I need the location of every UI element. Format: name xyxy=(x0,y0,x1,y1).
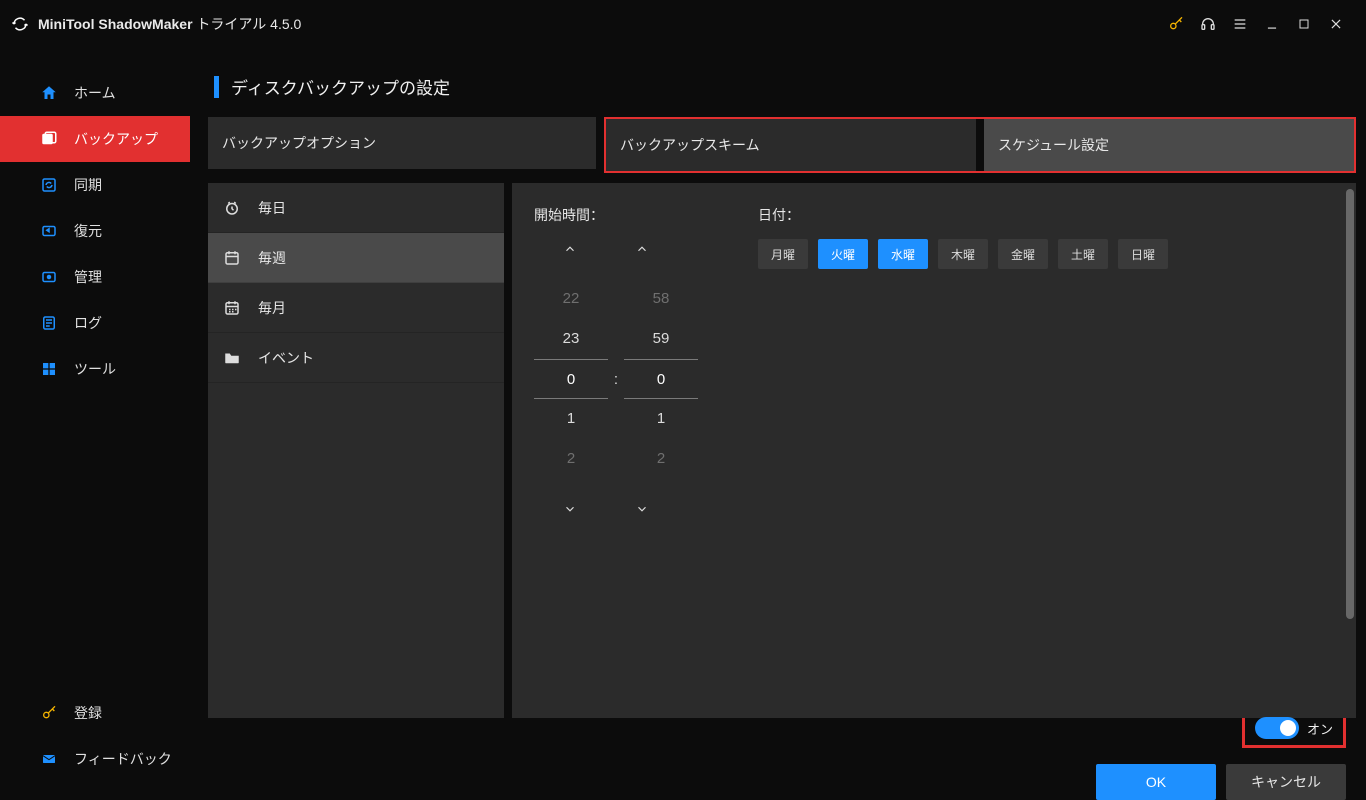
start-time-block: 開始時間： 22 23 0 1 2 xyxy=(534,205,698,539)
scrollbar[interactable] xyxy=(1346,189,1354,619)
mail-icon xyxy=(38,748,60,770)
restore-icon xyxy=(38,220,60,242)
tab-schedule-settings[interactable]: スケジュール設定 xyxy=(984,119,1354,171)
schedule-mode-label: イベント xyxy=(258,348,314,368)
schedule-mode-label: 毎日 xyxy=(258,198,286,218)
menu-icon[interactable] xyxy=(1224,8,1256,40)
footer: オン OK キャンセル xyxy=(208,718,1356,790)
tools-icon xyxy=(38,358,60,380)
time-colon: : xyxy=(608,279,624,479)
tab-backup-scheme[interactable]: バックアップスキーム xyxy=(606,119,976,171)
sidebar-item-feedback[interactable]: フィードバック xyxy=(0,736,190,782)
manage-icon xyxy=(38,266,60,288)
day-chip-tue[interactable]: 火曜 xyxy=(818,239,868,269)
day-chip-mon[interactable]: 月曜 xyxy=(758,239,808,269)
days-block: 日付： 月曜 火曜 水曜 木曜 金曜 土曜 日曜 xyxy=(758,205,1168,539)
sidebar-item-label: ホーム xyxy=(74,83,116,103)
log-icon xyxy=(38,312,60,334)
start-time-label: 開始時間： xyxy=(534,205,698,225)
schedule-toggle-label: オン xyxy=(1307,719,1333,738)
page-title-accent xyxy=(214,76,219,98)
sidebar-item-restore[interactable]: 復元 xyxy=(0,208,190,254)
schedule-detail-panel: 開始時間： 22 23 0 1 2 xyxy=(512,183,1356,718)
sidebar-item-label: 管理 xyxy=(74,267,102,287)
close-icon[interactable] xyxy=(1320,8,1352,40)
sidebar-item-label: フィードバック xyxy=(74,749,172,769)
cancel-button[interactable]: キャンセル xyxy=(1226,764,1346,800)
backup-icon xyxy=(38,128,60,150)
tab-backup-options[interactable]: バックアップオプション xyxy=(208,117,596,169)
days-label: 日付： xyxy=(758,205,1168,225)
sidebar-item-tools[interactable]: ツール xyxy=(0,346,190,392)
tab-label: バックアップオプション xyxy=(222,133,376,153)
day-chip-thu[interactable]: 木曜 xyxy=(938,239,988,269)
day-chip-sat[interactable]: 土曜 xyxy=(1058,239,1108,269)
schedule-mode-label: 毎週 xyxy=(258,248,286,268)
minute-wheel[interactable]: 58 59 0 1 2 xyxy=(624,279,698,479)
page-title: ディスクバックアップの設定 xyxy=(231,74,450,99)
calendar-week-icon xyxy=(222,248,242,268)
titlebar: MiniTool ShadowMaker トライアル 4.5.0 xyxy=(0,0,1366,48)
app-title: MiniTool ShadowMaker トライアル 4.5.0 xyxy=(38,14,301,34)
home-icon xyxy=(38,82,60,104)
sidebar-item-label: 復元 xyxy=(74,221,102,241)
calendar-month-icon xyxy=(222,298,242,318)
ok-button[interactable]: OK xyxy=(1096,764,1216,800)
sidebar-item-sync[interactable]: 同期 xyxy=(0,162,190,208)
sidebar-item-label: ツール xyxy=(74,359,116,379)
schedule-mode-monthly[interactable]: 毎月 xyxy=(208,283,504,333)
hour-down-icon[interactable] xyxy=(560,499,580,519)
day-chip-wed[interactable]: 水曜 xyxy=(878,239,928,269)
schedule-mode-daily[interactable]: 毎日 xyxy=(208,183,504,233)
schedule-mode-event[interactable]: イベント xyxy=(208,333,504,383)
day-chip-fri[interactable]: 金曜 xyxy=(998,239,1048,269)
key-icon[interactable] xyxy=(1160,8,1192,40)
maximize-icon[interactable] xyxy=(1288,8,1320,40)
app-logo-icon xyxy=(10,14,30,34)
minute-down-icon[interactable] xyxy=(632,499,652,519)
tabs-row: バックアップオプション バックアップスキーム スケジュール設定 xyxy=(208,117,1356,173)
sidebar-item-home[interactable]: ホーム xyxy=(0,70,190,116)
sidebar-item-register[interactable]: 登録 xyxy=(0,690,190,736)
schedule-mode-list: 毎日 毎週 毎月 イベント xyxy=(208,183,504,718)
content: ディスクバックアップの設定 バックアップオプション バックアップスキーム スケジ… xyxy=(190,48,1366,800)
tab-label: バックアップスキーム xyxy=(620,135,760,155)
sidebar-item-log[interactable]: ログ xyxy=(0,300,190,346)
headset-icon[interactable] xyxy=(1192,8,1224,40)
sidebar-item-label: バックアップ xyxy=(74,129,158,149)
sidebar-item-label: ログ xyxy=(74,313,102,333)
tab-label: スケジュール設定 xyxy=(998,135,1109,155)
hour-up-icon[interactable] xyxy=(560,239,580,259)
folder-icon xyxy=(222,348,242,368)
sidebar-item-backup[interactable]: バックアップ xyxy=(0,116,190,162)
key-icon xyxy=(38,702,60,724)
day-chip-sun[interactable]: 日曜 xyxy=(1118,239,1168,269)
hour-wheel[interactable]: 22 23 0 1 2 xyxy=(534,279,608,479)
minimize-icon[interactable] xyxy=(1256,8,1288,40)
schedule-toggle[interactable] xyxy=(1255,717,1299,739)
sync-icon xyxy=(38,174,60,196)
schedule-mode-label: 毎月 xyxy=(258,298,286,318)
sidebar: ホーム バックアップ 同期 復元 管理 ログ ツール 登 xyxy=(0,48,190,800)
minute-up-icon[interactable] xyxy=(632,239,652,259)
sidebar-item-label: 登録 xyxy=(74,703,102,723)
clock-icon xyxy=(222,198,242,218)
sidebar-item-label: 同期 xyxy=(74,175,102,195)
sidebar-item-manage[interactable]: 管理 xyxy=(0,254,190,300)
schedule-mode-weekly[interactable]: 毎週 xyxy=(208,233,504,283)
